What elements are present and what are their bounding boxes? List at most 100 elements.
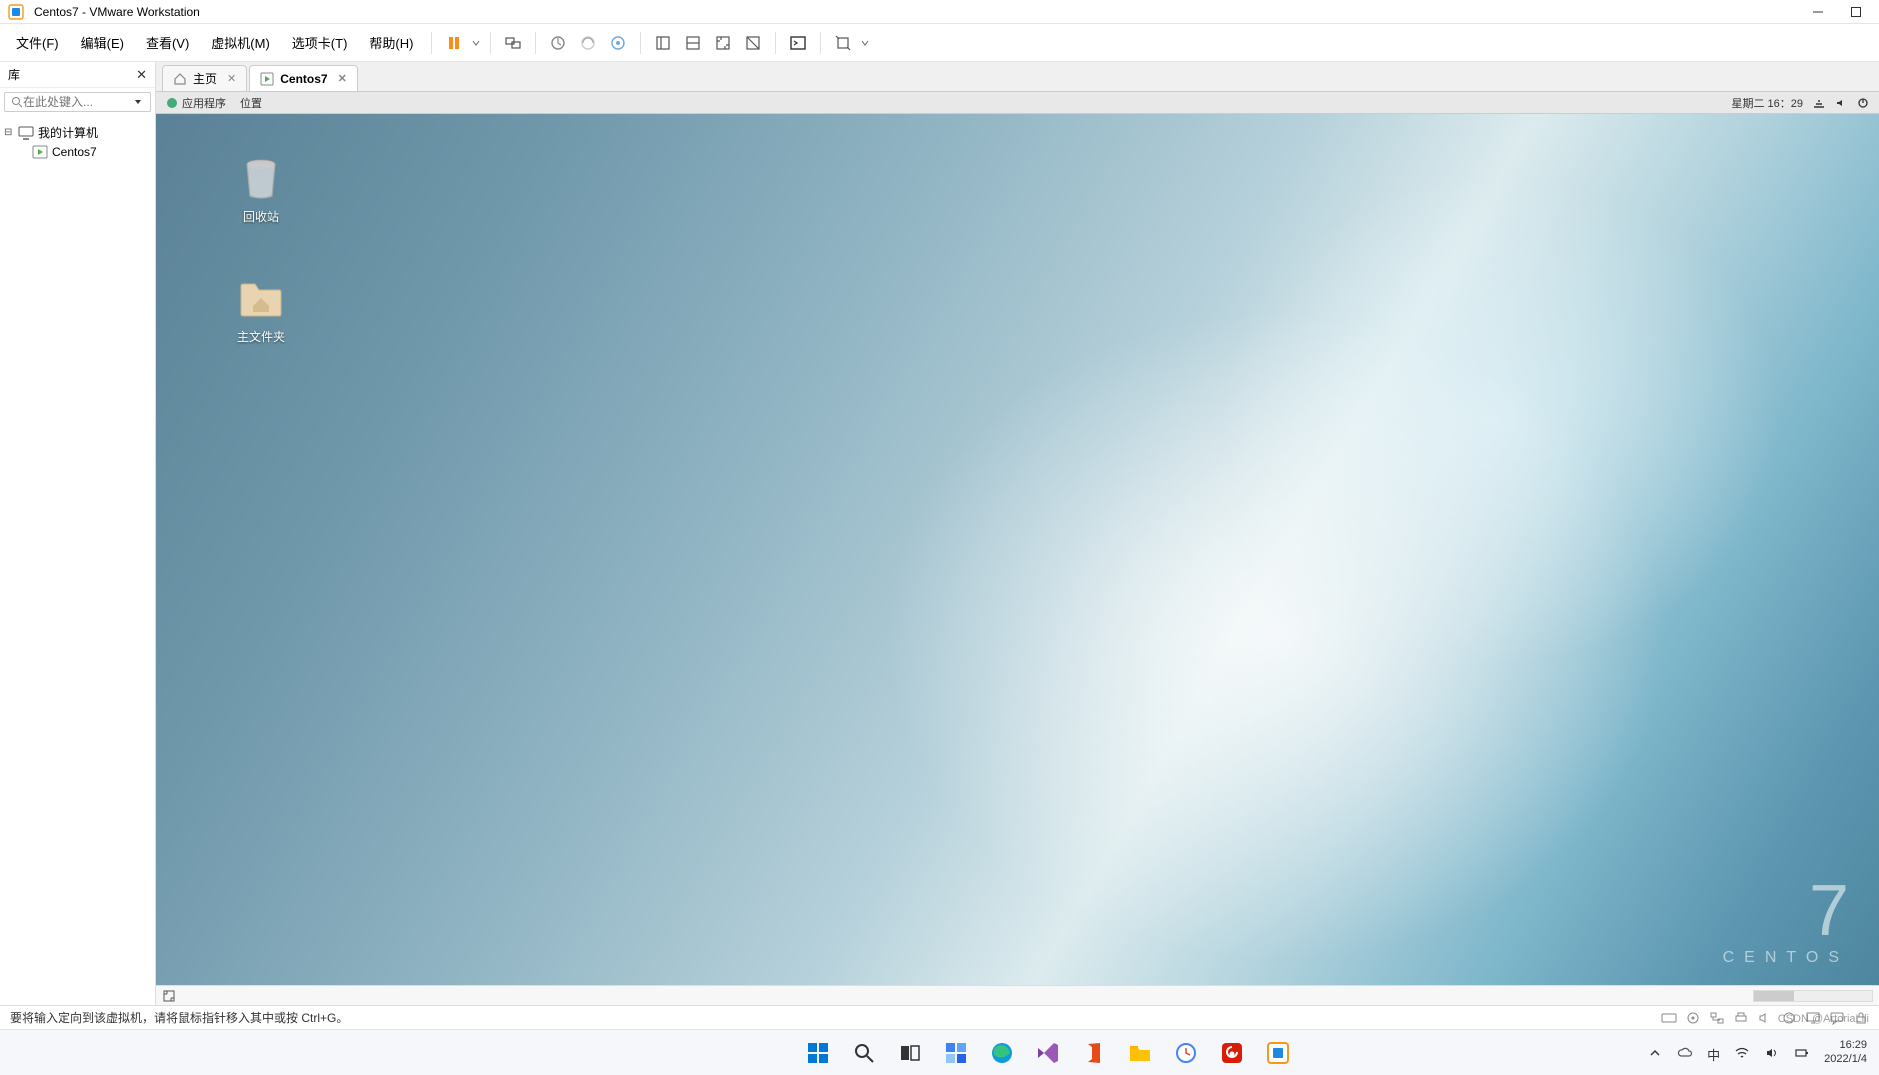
tree-root-my-computer[interactable]: ⊟ 我的计算机 [4, 122, 151, 143]
tray-volume-icon[interactable] [1764, 1045, 1780, 1061]
tray-ime-icon[interactable]: 中 [1707, 1045, 1720, 1061]
start-button[interactable] [803, 1038, 833, 1068]
trash-icon [237, 154, 285, 202]
vm-running-icon [260, 72, 274, 86]
tab-home[interactable]: 主页 ✕ [162, 65, 247, 91]
library-close-button[interactable]: ✕ [136, 67, 147, 83]
power-icon[interactable] [1857, 97, 1869, 109]
search-icon [11, 96, 23, 108]
pause-button[interactable] [440, 29, 468, 57]
snapshot-take-button[interactable] [544, 29, 572, 57]
separator [535, 32, 536, 54]
snapshot-revert-button[interactable] [574, 29, 602, 57]
desktop-trash-label: 回收站 [216, 208, 306, 225]
tray-battery-icon[interactable] [1794, 1045, 1810, 1061]
menu-bar: 文件(F) 编辑(E) 查看(V) 虚拟机(M) 选项卡(T) 帮助(H) [0, 24, 1879, 62]
netease-music-app[interactable] [1217, 1038, 1247, 1068]
tray-onedrive-icon[interactable] [1677, 1045, 1693, 1061]
tab-centos7-close[interactable]: ✕ [338, 72, 347, 85]
tab-bar: 主页 ✕ Centos7 ✕ [156, 62, 1879, 92]
centos-version: 7 [1723, 883, 1849, 941]
horizontal-scrollbar[interactable] [1753, 990, 1873, 1002]
menu-vm[interactable]: 虚拟机(M) [201, 27, 280, 58]
tray-clock[interactable]: 16:29 2022/1/4 [1824, 1039, 1867, 1065]
vm-running-icon [32, 145, 48, 159]
viewport-footer [156, 985, 1879, 1005]
guest-applications-label: 应用程序 [182, 95, 226, 111]
visual-studio-app[interactable] [1033, 1038, 1063, 1068]
pause-dropdown[interactable] [472, 39, 482, 47]
explorer-app[interactable] [1125, 1038, 1155, 1068]
guest-clock[interactable]: 星期二 16：29 [1731, 95, 1803, 111]
search-dropdown-icon[interactable] [134, 98, 144, 106]
task-view-button[interactable] [895, 1038, 925, 1068]
stretch-button[interactable] [829, 29, 857, 57]
library-search[interactable] [4, 92, 151, 112]
minimize-button[interactable] [1811, 5, 1825, 19]
applications-icon [166, 97, 178, 109]
tab-centos7[interactable]: Centos7 ✕ [249, 65, 358, 91]
guest-top-panel: 应用程序 位置 星期二 16：29 [156, 92, 1879, 114]
stretch-dropdown[interactable] [861, 39, 871, 47]
maximize-button[interactable] [1849, 5, 1863, 19]
tree-vm-label: Centos7 [52, 145, 97, 159]
library-title: 库 [8, 66, 136, 83]
menu-edit[interactable]: 编辑(E) [71, 27, 134, 58]
status-cd-icon[interactable] [1685, 1011, 1701, 1025]
network-icon[interactable] [1813, 97, 1825, 109]
separator [775, 32, 776, 54]
tray-wifi-icon[interactable] [1734, 1045, 1750, 1061]
unity-button[interactable] [739, 29, 767, 57]
snapshot-manager-button[interactable] [604, 29, 632, 57]
guest-places-menu[interactable]: 位置 [240, 95, 262, 111]
exit-fullscreen-icon[interactable] [162, 989, 176, 1003]
tab-home-label: 主页 [193, 70, 217, 87]
content-area: 主页 ✕ Centos7 ✕ 应用程序 位置 星期二 16：29 [156, 62, 1879, 1005]
console-button[interactable] [784, 29, 812, 57]
vmware-app-icon [8, 4, 24, 20]
menu-file[interactable]: 文件(F) [6, 27, 69, 58]
centos-branding: 7 CENTOS [1723, 883, 1849, 967]
menu-tabs[interactable]: 选项卡(T) [282, 27, 358, 58]
menu-help[interactable]: 帮助(H) [359, 27, 423, 58]
watermark: CSDN @ArtoriaLili [1778, 1013, 1869, 1025]
library-search-input[interactable] [23, 95, 134, 109]
separator [640, 32, 641, 54]
search-button[interactable] [849, 1038, 879, 1068]
view-single-button[interactable] [649, 29, 677, 57]
library-panel: 库 ✕ ⊟ 我的计算机 Centos7 [0, 62, 156, 1005]
desktop-home-label: 主文件夹 [216, 328, 306, 345]
volume-icon[interactable] [1835, 97, 1847, 109]
menu-view[interactable]: 查看(V) [136, 27, 199, 58]
expand-icon[interactable]: ⊟ [4, 127, 14, 138]
office-app[interactable] [1079, 1038, 1109, 1068]
clock-app[interactable] [1171, 1038, 1201, 1068]
tab-home-close[interactable]: ✕ [227, 72, 236, 85]
send-ctrl-alt-del-button[interactable] [499, 29, 527, 57]
status-message: 要将输入定向到该虚拟机，请将鼠标指针移入其中或按 Ctrl+G。 [10, 1009, 348, 1026]
view-split-button[interactable] [679, 29, 707, 57]
vmware-app[interactable] [1263, 1038, 1293, 1068]
desktop-trash-icon[interactable]: 回收站 [216, 154, 306, 225]
guest-applications-menu[interactable]: 应用程序 [166, 95, 226, 111]
fullscreen-button[interactable] [709, 29, 737, 57]
folder-home-icon [237, 274, 285, 322]
library-tree: ⊟ 我的计算机 Centos7 [0, 116, 155, 167]
status-network-icon[interactable] [1709, 1011, 1725, 1025]
status-sound-icon[interactable] [1757, 1011, 1773, 1025]
tray-time: 16:29 [1824, 1039, 1867, 1052]
desktop-home-folder-icon[interactable]: 主文件夹 [216, 274, 306, 345]
separator [820, 32, 821, 54]
widgets-button[interactable] [941, 1038, 971, 1068]
home-icon [173, 72, 187, 86]
status-printer-icon[interactable] [1733, 1011, 1749, 1025]
tray-chevron-up-icon[interactable] [1647, 1045, 1663, 1061]
windows-taskbar: 中 16:29 2022/1/4 [0, 1029, 1879, 1075]
status-disk-icon[interactable] [1661, 1011, 1677, 1025]
edge-app[interactable] [987, 1038, 1017, 1068]
window-title: Centos7 - VMware Workstation [34, 5, 1811, 19]
status-bar: 要将输入定向到该虚拟机，请将鼠标指针移入其中或按 Ctrl+G。 [0, 1005, 1879, 1029]
guest-desktop-viewport[interactable]: 回收站 主文件夹 7 CENTOS [156, 114, 1879, 985]
separator [431, 32, 432, 54]
tree-vm-centos7[interactable]: Centos7 [4, 143, 151, 161]
